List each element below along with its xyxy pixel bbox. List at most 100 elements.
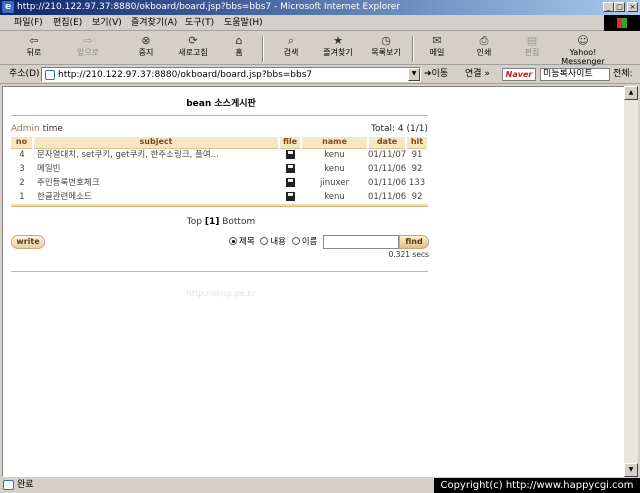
- pager-bottom-link[interactable]: Bottom: [222, 217, 255, 227]
- go-button[interactable]: ➜이동: [424, 68, 448, 81]
- status-text: 완료: [17, 480, 34, 490]
- footer-link[interactable]: http://okjsp.pe.kr: [3, 289, 439, 299]
- stop-button[interactable]: ⊗ 중지: [124, 34, 168, 64]
- copyright-banner: Copyright(c) http://www.happycgi.com: [434, 478, 640, 493]
- col-name: name: [301, 137, 369, 149]
- refresh-label: 새로고침: [178, 48, 208, 57]
- menu-file[interactable]: 파일(F): [14, 17, 43, 29]
- menu-tools[interactable]: 도구(T): [185, 17, 214, 29]
- search-input[interactable]: [323, 235, 399, 249]
- address-dropdown-button[interactable]: ▼: [408, 68, 420, 81]
- go-arrow-icon: ➜: [424, 69, 432, 79]
- row-subject-link[interactable]: 문자열대치, set쿠키, get쿠키, 한주소링크, 플여...: [33, 148, 279, 162]
- file-disk-icon[interactable]: [285, 164, 295, 173]
- maximize-button[interactable]: □: [614, 2, 625, 12]
- write-button[interactable]: write: [11, 235, 45, 249]
- menu-edit[interactable]: 편집(E): [53, 17, 82, 29]
- print-label: 인쇄: [476, 48, 492, 57]
- window-title: http://210.122.97.37:8880/okboard/board.…: [17, 2, 401, 12]
- admin-line: Admin time: [11, 124, 63, 135]
- refresh-button[interactable]: ⟳ 새로고침: [171, 34, 215, 64]
- search-option-title[interactable]: 제목: [229, 237, 255, 247]
- row-no: 3: [19, 164, 25, 174]
- forward-arrow-icon: ⇨: [83, 34, 93, 47]
- row-subject-link[interactable]: 메일빈: [33, 162, 279, 176]
- back-arrow-icon: ⇦: [29, 34, 39, 47]
- row-hit: 92: [411, 164, 423, 174]
- row-date: 01/11/06: [368, 178, 406, 188]
- scroll-down-arrow-icon[interactable]: ▼: [624, 463, 638, 477]
- table-row: 4 문자열대치, set쿠키, get쿠키, 한주소링크, 플여... kenu…: [11, 148, 428, 162]
- row-name: jinuxer: [320, 178, 349, 188]
- edit-button[interactable]: ▤ 편집: [510, 34, 554, 64]
- back-button[interactable]: ⇦ 뒤로: [12, 34, 56, 64]
- mail-icon: ✉: [432, 34, 442, 47]
- menu-favorites[interactable]: 즐겨찾기(A): [131, 17, 177, 29]
- scroll-up-arrow-icon[interactable]: ▲: [624, 86, 638, 100]
- page-done-icon: [3, 480, 14, 490]
- naver-site-field[interactable]: 미등록사이트: [540, 68, 610, 81]
- links-button[interactable]: 연결 »: [465, 68, 490, 81]
- table-row: 1 한글관련메소드 kenu 01/11/06 92: [11, 190, 428, 204]
- total-count: Total: 4 (1/1): [370, 124, 428, 134]
- option-content-label: 내용: [270, 237, 286, 247]
- row-no: 4: [19, 150, 25, 161]
- file-disk-icon[interactable]: [285, 150, 295, 160]
- history-label: 목록보기: [371, 48, 401, 57]
- row-date: 01/11/07: [368, 150, 406, 161]
- messenger-icon: ☺: [577, 34, 589, 47]
- title-bar: e http://210.122.97.37:8880/okboard/boar…: [0, 0, 640, 15]
- row-hit: 92: [411, 192, 423, 202]
- vertical-scrollbar[interactable]: ▲ ▼: [624, 86, 638, 477]
- yahoo-label: Yahoo!: [569, 48, 597, 57]
- home-button[interactable]: ⌂ 홈: [217, 34, 261, 64]
- col-no: no: [11, 137, 34, 149]
- edit-label: 편집: [524, 48, 540, 57]
- col-file: file: [279, 137, 302, 149]
- history-button[interactable]: ◷ 목록보기: [364, 34, 408, 64]
- search-button[interactable]: ⌕ 검색: [269, 34, 313, 64]
- admin-link[interactable]: Admin: [11, 124, 40, 134]
- search-option-name[interactable]: 이름: [291, 237, 317, 247]
- naver-toolbar-logo[interactable]: Naver: [502, 68, 536, 81]
- close-button[interactable]: ×: [627, 2, 638, 12]
- menu-help[interactable]: 도움말(H): [224, 17, 263, 29]
- row-name: kenu: [324, 164, 345, 174]
- page-viewport: bean 소스게시판 Admin time Total: 4 (1/1) no …: [2, 86, 625, 477]
- search-icon: ⌕: [287, 34, 295, 47]
- row-subject-link[interactable]: 주민등록번호체크: [33, 176, 279, 190]
- radio-icon: [291, 237, 300, 245]
- col-date: date: [368, 137, 407, 149]
- stop-label: 중지: [138, 48, 154, 57]
- pager-top-link[interactable]: Top: [187, 217, 202, 227]
- menu-bar: 파일(F) 편집(E) 보기(V) 즐겨찾기(A) 도구(T) 도움말(H): [0, 15, 640, 31]
- search-label: 검색: [283, 48, 299, 57]
- forward-button[interactable]: ⇨ 앞으로: [66, 34, 110, 64]
- row-subject-link[interactable]: 한글관련메소드: [33, 190, 279, 204]
- file-cell: [279, 176, 301, 190]
- post-table: no subject file name date hit 4 문자열대치, s…: [11, 137, 429, 204]
- yahoo-messenger-button[interactable]: ☺ Yahoo! Messenger: [552, 34, 614, 66]
- home-label: 홈: [235, 48, 243, 57]
- search-option-content[interactable]: 내용: [260, 237, 286, 247]
- address-input[interactable]: http://210.122.97.37:8880/okboard/board.…: [41, 67, 421, 82]
- minimize-button[interactable]: _: [603, 2, 614, 12]
- divider: [11, 115, 428, 116]
- favorites-button[interactable]: ★ 즐겨찾기: [316, 34, 360, 64]
- file-cell: [279, 162, 301, 176]
- print-button[interactable]: ⎙ 인쇄: [462, 34, 506, 64]
- table-row: 2 주민등록번호체크 jinuxer 01/11/06 133: [11, 176, 428, 190]
- toolbar-separator: [262, 36, 264, 62]
- mail-label: 메일: [429, 48, 445, 57]
- menu-view[interactable]: 보기(V): [92, 17, 122, 29]
- ie-app-icon[interactable]: e: [2, 1, 14, 13]
- row-name: kenu: [324, 192, 345, 202]
- table-bottom-bar: [11, 204, 428, 207]
- board-title: bean 소스게시판: [186, 99, 256, 109]
- file-disk-icon[interactable]: [285, 192, 295, 201]
- mail-button[interactable]: ✉ 메일: [415, 34, 459, 64]
- file-disk-icon[interactable]: [285, 178, 295, 187]
- row-no: 2: [19, 178, 25, 188]
- find-button[interactable]: find: [399, 235, 429, 249]
- history-icon: ◷: [381, 34, 391, 47]
